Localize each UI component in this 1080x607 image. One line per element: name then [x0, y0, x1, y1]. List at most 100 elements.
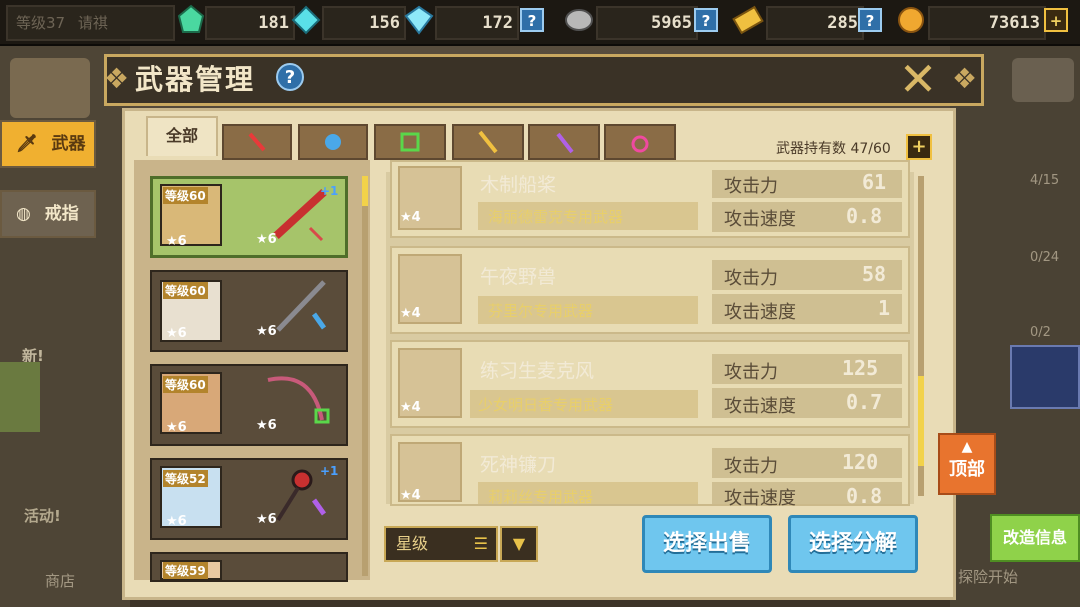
chat-icon[interactable] — [1012, 58, 1074, 102]
hero-star: ★6 — [166, 420, 187, 435]
diamond-help-button[interactable]: ? — [520, 8, 544, 32]
weapon-star: ★4 — [400, 488, 421, 503]
tab-wand[interactable] — [528, 124, 600, 160]
player-level: 等级37 请祺 — [6, 5, 175, 41]
background-progress-2: 0/24 — [1030, 250, 1060, 265]
stat-speed-label: 攻击速度 — [724, 209, 796, 230]
weapon-bonus: +1 — [320, 184, 339, 198]
ticket-help-button[interactable]: ? — [858, 8, 882, 32]
stat-attack-value: 58 — [862, 262, 887, 286]
tab-glove[interactable] — [298, 124, 368, 160]
stat-attack-label: 攻击力 — [724, 456, 778, 477]
background-progress-1: 4/15 — [1030, 173, 1060, 188]
sword-icon: 🗡 — [16, 134, 38, 154]
select-dismantle-button[interactable]: 选择分解 — [788, 515, 918, 573]
weapon-name: 死神镰刀 — [480, 454, 557, 476]
hero-list-scrollbar[interactable] — [362, 176, 368, 576]
amulet-tab-icon — [631, 135, 649, 153]
hero-level: 等级60 — [163, 187, 208, 204]
stat-speed-value: 0.8 — [846, 484, 883, 508]
player-name: 请祺 — [77, 14, 108, 32]
modify-info-button[interactable]: 改造信息 — [990, 514, 1080, 562]
sword-tab-icon — [248, 132, 266, 152]
arrow-up-icon: ▲ — [961, 439, 973, 455]
background-arrow-icon — [0, 362, 40, 432]
weapon-name: 练习生麦克风 — [480, 360, 595, 382]
cyan-gem-icon — [290, 4, 322, 36]
staff-tab-icon — [478, 130, 498, 154]
hero-star: ★6 — [166, 234, 187, 249]
sidebar-item-label: 武器 — [51, 134, 86, 154]
stat-attack-label: 攻击力 — [724, 362, 778, 383]
glove-tab-icon — [325, 134, 341, 150]
weapon-bonus: +1 — [320, 464, 339, 478]
tab-sword[interactable] — [222, 124, 292, 160]
weapon-owner: 芬里尔专用武器 — [488, 302, 594, 320]
resource-ticket: 285 — [766, 6, 864, 40]
scroll-top-label: 顶部 — [949, 459, 985, 480]
sidebar-item-ring[interactable]: ◍ 戒指 — [0, 190, 96, 238]
stat-speed-label: 攻击速度 — [724, 488, 796, 509]
stat-speed-label: 攻击速度 — [724, 302, 796, 323]
select-sell-button[interactable]: 选择出售 — [642, 515, 772, 573]
page-title: 武器管理 — [135, 63, 256, 96]
resource-stone: 5965 — [596, 6, 698, 40]
stat-speed-value: 1 — [878, 296, 891, 320]
wand-tab-icon — [556, 132, 574, 154]
tab-all[interactable]: 全部 — [146, 116, 218, 156]
hero-level: 等级60 — [163, 376, 208, 393]
gold-coin-icon — [895, 4, 927, 36]
add-slot-button[interactable]: + — [906, 134, 932, 160]
weapon-owner: 少女明日香专用武器 — [478, 396, 614, 414]
weapon-star: ★6 — [256, 418, 277, 433]
sort-dropdown-button[interactable]: ▼ — [500, 526, 538, 562]
weapon-star: ★6 — [256, 324, 277, 339]
list-icon: ☰ — [473, 534, 488, 553]
tab-staff[interactable] — [452, 124, 524, 160]
hero-level: 等级60 — [163, 282, 208, 299]
background-adventure-label: 探险开始 — [958, 568, 1019, 586]
stone-help-button[interactable]: ? — [694, 8, 718, 32]
background-shop-label: 商店 — [45, 572, 76, 590]
weapon-list-scroll-thumb[interactable] — [918, 376, 924, 466]
hero-list-scroll-thumb[interactable] — [362, 176, 368, 206]
weapon-name: 午夜野兽 — [480, 266, 557, 288]
hero-level: 等级52 — [163, 470, 208, 487]
weapon-star: ★6 — [256, 232, 277, 247]
gold-plus-button[interactable]: + — [1044, 8, 1068, 32]
close-button[interactable]: ✕ — [895, 56, 941, 102]
background-avatar-icon — [10, 58, 90, 118]
tab-frame[interactable] — [374, 124, 446, 160]
tab-amulet[interactable] — [604, 124, 676, 160]
sort-select[interactable]: 星级 ☰ — [384, 526, 498, 562]
header-left-ornament-icon: ❖ — [104, 62, 130, 95]
stat-attack-value: 125 — [842, 356, 879, 380]
weapon-name: 木制船桨 — [480, 174, 557, 196]
stat-attack-label: 攻击力 — [724, 176, 778, 197]
hero-star: ★6 — [166, 514, 187, 529]
stat-attack-value: 61 — [862, 170, 887, 194]
weapon-count: 武器持有数 47/60 — [776, 141, 891, 157]
weapon-owner: 海丽德雷克专用武器 — [488, 208, 624, 226]
weapon-star: ★4 — [400, 400, 421, 415]
ticket-icon — [732, 4, 764, 36]
title-help-button[interactable]: ? — [276, 63, 304, 91]
player-level-label: 等级37 — [16, 14, 66, 32]
weapon-owner: 莉莉丝专用武器 — [488, 488, 594, 506]
weapon-star: ★4 — [400, 306, 421, 321]
weapon-star: ★4 — [400, 210, 421, 225]
scroll-top-button[interactable]: ▲ 顶部 — [938, 433, 996, 495]
green-gem-icon — [175, 4, 207, 36]
stone-icon — [563, 4, 595, 36]
background-event-badge: 活动! — [24, 507, 61, 525]
stat-speed-value: 0.7 — [846, 390, 883, 414]
resource-cyan-gem: 156 — [322, 6, 406, 40]
diamond-icon — [403, 4, 435, 36]
hero-star: ★6 — [166, 326, 187, 341]
stat-attack-value: 120 — [842, 450, 879, 474]
resource-gold: 73613 — [928, 6, 1046, 40]
sidebar-item-weapon[interactable]: 🗡 武器 — [0, 120, 96, 168]
hero-level: 等级59 — [163, 562, 208, 579]
trophy-icon[interactable] — [1010, 345, 1080, 409]
stat-speed-label: 攻击速度 — [724, 396, 796, 417]
